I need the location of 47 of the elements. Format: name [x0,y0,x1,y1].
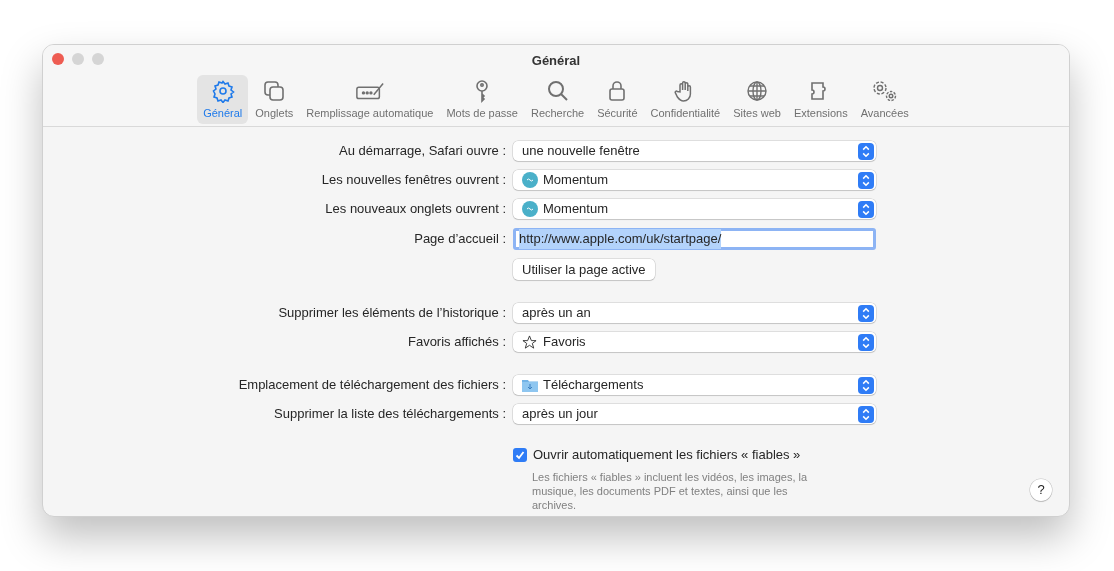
checkbox[interactable] [513,447,527,462]
popup-menu[interactable]: une nouvelle fenêtre [513,141,876,161]
toolbar-tab[interactable]: Sites web [727,74,787,124]
setting-label: Les nouveaux onglets ouvrent : [324,200,507,219]
toolbar-tab[interactable]: Sécurité [591,74,644,124]
help-button[interactable]: ? [1030,479,1052,501]
use-current-page-button[interactable]: Utiliser la page active [513,259,655,280]
window-title: Général [531,52,581,70]
toolbar-tab[interactable]: Extensions [787,74,854,124]
star-icon [522,334,537,350]
popup-menu[interactable]: Téléchargements [513,375,876,395]
app-icon [522,201,538,217]
stepper-icon [858,304,874,322]
homepage-field[interactable]: http://www.apple.com/uk/startpage/ [513,228,876,250]
setting-label: Les nouvelles fenêtres ouvrent : [320,171,507,190]
popup-menu[interactable]: Momentum [513,170,876,190]
setting-label: Supprimer les éléments de l’historique : [277,304,507,323]
setting-label: Au démarrage, Safari ouvre : [338,142,507,161]
globe-icon [745,78,770,103]
popup-menu[interactable]: après un an [513,303,876,323]
stepper-icon [858,376,874,394]
stepper-icon [858,142,874,160]
popup-menu[interactable]: après un jour [513,404,876,424]
toolbar-tab[interactable]: Confidentialité [644,74,727,124]
app-icon [522,172,538,188]
toolbar-tab[interactable]: Remplissage automatique [300,74,440,124]
stepper-icon [858,200,874,218]
setting-label: Supprimer la liste des téléchargements : [273,405,507,424]
setting-label: Page d’accueil : [413,230,507,249]
stepper-icon [858,333,874,351]
gear-icon [210,78,235,103]
stepper-icon [858,171,874,189]
toolbar-tab[interactable]: Mots de passe [440,74,524,124]
toolbar-tab[interactable]: Onglets [249,74,300,124]
close-button[interactable] [52,53,64,65]
search-icon [545,78,570,103]
toolbar-tab[interactable]: Recherche [524,74,591,124]
folder-icon [522,378,538,392]
hint-text: Les fichiers « fiables » incluent les vidéos, les images, la musique, les documents PDF et textes, ainsi que les archives. [532,469,809,512]
setting-label: Favoris affichés : [406,333,507,352]
stepper-icon [858,405,874,423]
squares-icon [262,78,287,103]
toolbar-tab[interactable]: Avancées [854,74,915,124]
setting-label: Emplacement de téléchargement des fichiers : [237,376,507,395]
popup-menu[interactable]: Momentum [513,199,876,219]
checkbox-label: Ouvrir automatiquement les fichiers « fiables » [533,446,801,464]
popup-menu[interactable]: Favoris [513,332,876,352]
